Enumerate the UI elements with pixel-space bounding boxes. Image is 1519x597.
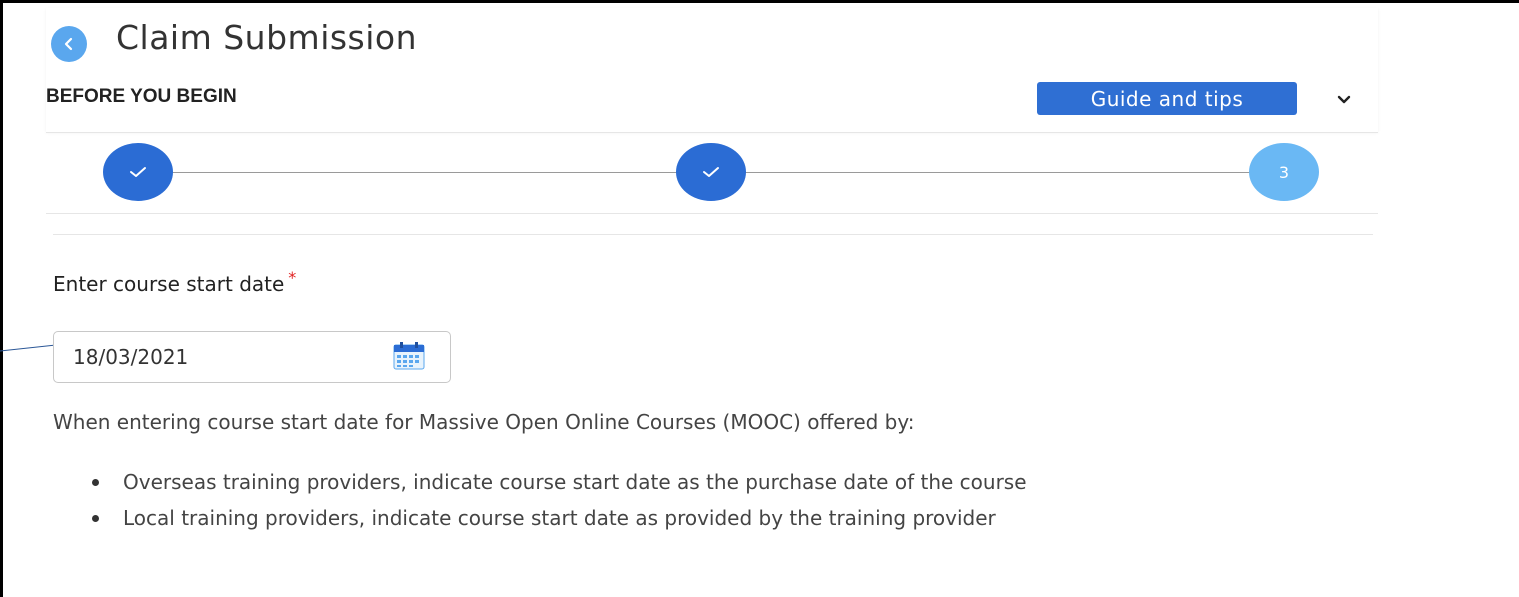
chevron-down-icon[interactable] [1336,94,1352,106]
step-3-number: 3 [1278,162,1290,182]
mooc-info-list: Overseas training providers, indicate co… [78,466,1338,538]
frame-border-top [0,0,1519,3]
section-title: BEFORE YOU BEGIN [46,86,237,107]
chevron-left-icon [64,37,73,51]
page-title: Claim Submission [116,18,418,57]
required-marker: * [288,268,297,287]
mooc-info-text: When entering course start date for Mass… [53,410,915,434]
start-date-field[interactable] [53,331,451,383]
step-3-current: 3 [1249,143,1319,201]
list-item-text: Overseas training providers, indicate co… [123,470,1027,494]
list-item: Overseas training providers, indicate co… [78,466,1338,498]
header-divider [46,132,1378,133]
stepper-divider-bottom [53,234,1373,235]
guide-and-tips-button[interactable]: Guide and tips [1037,82,1297,115]
bullet-icon [92,515,99,522]
start-date-input[interactable] [54,332,374,382]
check-icon [703,167,719,177]
calendar-icon[interactable] [391,341,427,371]
start-date-label-text: Enter course start date [53,272,285,296]
check-icon [130,167,146,177]
list-item: Local training providers, indicate cours… [78,502,1338,534]
step-1-completed [103,143,173,201]
start-date-label: Enter course start date * [53,268,296,296]
bullet-icon [92,479,99,486]
stepper-divider-top [46,213,1378,214]
back-button[interactable] [51,26,87,62]
step-2-completed [676,143,746,201]
list-item-text: Local training providers, indicate cours… [123,506,996,530]
